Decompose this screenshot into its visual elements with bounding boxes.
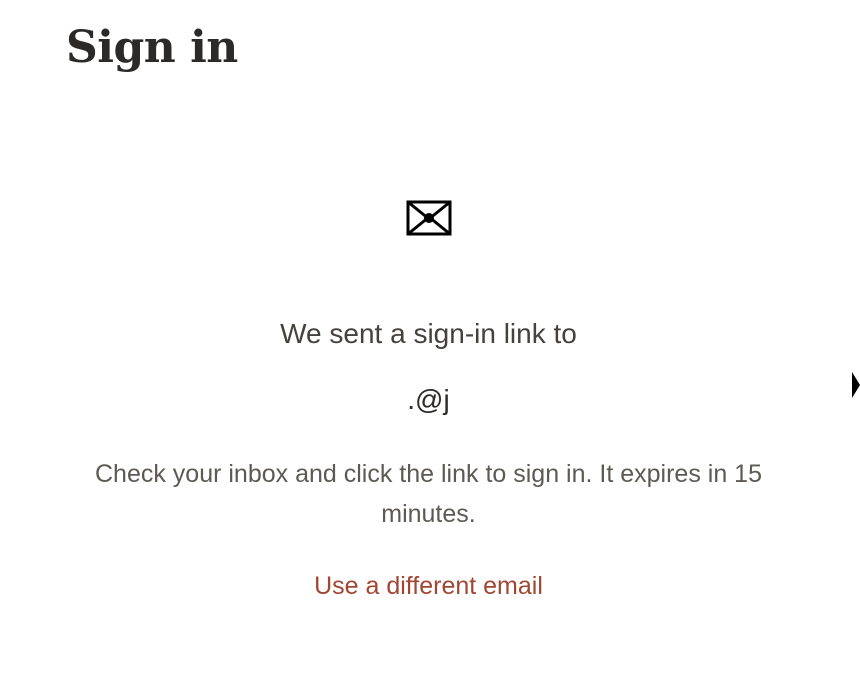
envelope-icon-container [0, 200, 857, 244]
caret-right-icon[interactable] [852, 372, 860, 398]
sent-link-message: We sent a sign-in link to [280, 318, 577, 349]
envelope-icon [406, 200, 451, 236]
instructions-text: Check your inbox and click the link to s… [94, 460, 762, 528]
change-email-container: Use a different email [0, 566, 857, 606]
recipient-email: .@j [407, 384, 450, 415]
page-title: Sign in [66, 22, 238, 73]
use-different-email-link[interactable]: Use a different email [314, 572, 543, 600]
